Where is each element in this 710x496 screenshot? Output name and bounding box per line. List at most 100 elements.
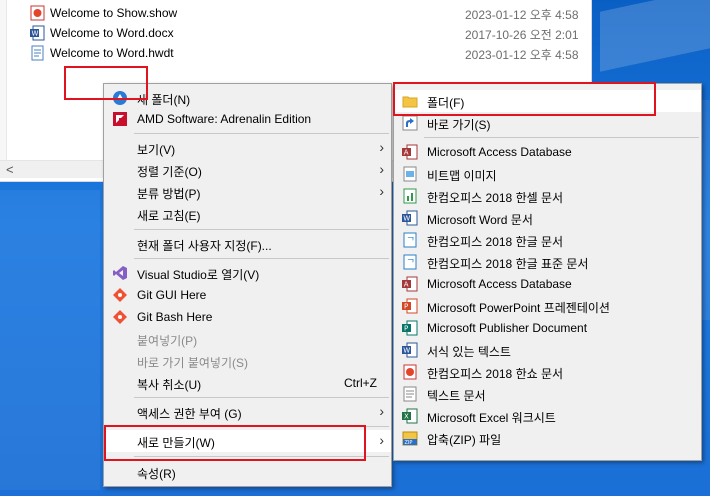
submenu-item-access-db[interactable]: A Microsoft Access Database	[394, 141, 701, 163]
svg-text:W: W	[32, 30, 39, 38]
svg-text:ᄀ: ᄀ	[407, 237, 415, 247]
svg-text:W: W	[403, 215, 410, 223]
menu-item-label: AMD Software: Adrenalin Edition	[137, 112, 312, 126]
submenu-item-label: Microsoft Word 문서	[427, 213, 533, 227]
svg-text:W: W	[403, 347, 410, 355]
submenu-item-label: 한컴오피스 2018 한쇼 문서	[427, 367, 564, 381]
chevron-right-icon: ›	[379, 432, 384, 448]
menu-item-git-gui[interactable]: Git GUI Here	[104, 284, 391, 306]
text-document-icon	[403, 386, 417, 402]
menu-item-label: 복사 취소(U)	[137, 378, 202, 392]
menu-item-new-folder[interactable]: 새 폴더(N)	[104, 87, 391, 109]
submenu-item-hanshow[interactable]: 한컴오피스 2018 한쇼 문서	[394, 361, 701, 383]
menu-item-new[interactable]: 새로 만들기(W) ›	[104, 430, 391, 452]
submenu-item-label: Microsoft PowerPoint 프레젠테이션	[427, 301, 610, 315]
chevron-right-icon: ›	[379, 139, 384, 155]
new-folder-icon	[113, 91, 127, 105]
hanshow-icon	[403, 364, 417, 380]
menu-item-label: 정렬 기준(O)	[137, 165, 202, 179]
menu-item-label: Visual Studio로 열기(V)	[137, 268, 260, 282]
submenu-item-hangul[interactable]: ᄀ 한컴오피스 2018 한글 문서	[394, 229, 701, 251]
menu-separator	[134, 397, 389, 398]
powerpoint-icon: P	[402, 298, 418, 314]
menu-item-label: 새 폴더(N)	[137, 93, 191, 107]
submenu-item-folder[interactable]: 폴더(F)	[394, 90, 701, 112]
menu-item-group-by[interactable]: 분류 방법(P) ›	[104, 181, 391, 203]
menu-item-label: 현재 폴더 사용자 지정(F)...	[137, 239, 272, 253]
submenu-item-zip[interactable]: ZIP 압축(ZIP) 파일	[394, 427, 701, 449]
hancell-icon	[403, 188, 417, 204]
file-name: Welcome to Word.docx	[50, 26, 174, 40]
menu-item-undo-copy[interactable]: 복사 취소(U) Ctrl+Z	[104, 372, 391, 394]
menu-item-git-bash[interactable]: Git Bash Here	[104, 306, 391, 328]
file-row[interactable]: Welcome to Word.hwdt 2023-01-12 오후 4:58	[0, 43, 592, 63]
submenu-item-label: Microsoft Excel 워크시트	[427, 411, 556, 425]
menu-item-paste-shortcut[interactable]: 바로 가기 붙여넣기(S)	[104, 350, 391, 372]
submenu-item-excel[interactable]: X Microsoft Excel 워크시트	[394, 405, 701, 427]
file-name: Welcome to Show.show	[50, 6, 178, 20]
submenu-item-label: 한컴오피스 2018 한글 표준 문서	[427, 257, 589, 271]
menu-item-label: Git GUI Here	[137, 288, 207, 302]
submenu-item-publisher[interactable]: P Microsoft Publisher Document	[394, 317, 701, 339]
svg-text:P: P	[404, 325, 408, 333]
menu-item-open-visual-studio[interactable]: Visual Studio로 열기(V)	[104, 262, 391, 284]
chevron-right-icon: ›	[379, 403, 384, 419]
submenu-item-text[interactable]: 텍스트 문서	[394, 383, 701, 405]
submenu-item-access-db-2[interactable]: A Microsoft Access Database	[394, 273, 701, 295]
menu-item-sort-by[interactable]: 정렬 기준(O) ›	[104, 159, 391, 181]
menu-item-give-access[interactable]: 액세스 권한 부여 (G) ›	[104, 401, 391, 423]
menu-item-properties[interactable]: 속성(R)	[104, 461, 391, 483]
hangul-standard-icon: ᄀ	[403, 254, 417, 270]
submenu-item-label: 한컴오피스 2018 한글 문서	[427, 235, 564, 249]
menu-item-label: 붙여넣기(P)	[137, 334, 198, 348]
submenu-item-shortcut[interactable]: 바로 가기(S)	[394, 112, 701, 134]
publisher-icon: P	[402, 320, 418, 336]
file-row[interactable]: W Welcome to Word.docx 2017-10-26 오전 2:0…	[0, 23, 592, 43]
word-doc-icon: W	[30, 25, 45, 41]
menu-separator	[134, 426, 389, 427]
git-icon	[113, 310, 127, 324]
hwdt-doc-icon	[31, 45, 44, 61]
menu-item-label: Git Bash Here	[137, 310, 213, 324]
submenu-item-rich-text[interactable]: W 서식 있는 텍스트	[394, 339, 701, 361]
access-icon: A	[402, 276, 418, 292]
keyboard-shortcut: Ctrl+Z	[344, 376, 377, 390]
svg-text:X: X	[404, 413, 409, 421]
submenu-item-word[interactable]: W Microsoft Word 문서	[394, 207, 701, 229]
file-name: Welcome to Word.hwdt	[50, 46, 174, 60]
menu-item-customize-folder[interactable]: 현재 폴더 사용자 지정(F)...	[104, 233, 391, 255]
submenu-item-hancell[interactable]: 한컴오피스 2018 한셀 문서	[394, 185, 701, 207]
submenu-item-label: Microsoft Access Database	[427, 277, 572, 291]
bitmap-icon	[403, 166, 417, 182]
menu-item-paste[interactable]: 붙여넣기(P)	[104, 328, 391, 350]
wallpaper-streak	[600, 0, 710, 72]
chevron-right-icon: ›	[379, 161, 384, 177]
hangul-icon: ᄀ	[403, 232, 417, 248]
menu-item-label: 액세스 권한 부여 (G)	[137, 407, 242, 421]
menu-item-view[interactable]: 보기(V) ›	[104, 137, 391, 159]
submenu-item-hangul-standard[interactable]: ᄀ 한컴오피스 2018 한글 표준 문서	[394, 251, 701, 273]
menu-item-amd[interactable]: AMD Software: Adrenalin Edition	[104, 108, 391, 130]
submenu-item-powerpoint[interactable]: P Microsoft PowerPoint 프레젠테이션	[394, 295, 701, 317]
word-icon: W	[402, 210, 418, 226]
svg-text:P: P	[404, 303, 408, 311]
submenu-item-label: Microsoft Publisher Document	[427, 321, 588, 335]
svg-text:A: A	[404, 149, 409, 157]
submenu-item-bitmap[interactable]: 비트맵 이미지	[394, 163, 701, 185]
submenu-item-label: 비트맵 이미지	[427, 169, 497, 183]
file-row[interactable]: Welcome to Show.show 2023-01-12 오후 4:58	[0, 3, 592, 23]
wallpaper-streak	[0, 190, 100, 490]
submenu-item-label: 서식 있는 텍스트	[427, 345, 511, 359]
excel-icon: X	[402, 408, 418, 424]
file-date: 2023-01-12 오후 4:58	[465, 8, 579, 22]
menu-separator	[424, 137, 699, 138]
file-date: 2017-10-26 오전 2:01	[465, 28, 579, 42]
menu-item-label: 보기(V)	[137, 143, 176, 157]
svg-text:ᄀ: ᄀ	[407, 259, 415, 269]
svg-text:ZIP: ZIP	[405, 440, 413, 446]
menu-item-refresh[interactable]: 새로 고침(E)	[104, 203, 391, 225]
menu-item-label: 새로 만들기(W)	[137, 436, 215, 450]
scroll-left-icon[interactable]: <	[6, 162, 14, 177]
new-submenu: 폴더(F) 바로 가기(S) A Microsoft Access Databa…	[393, 83, 702, 461]
menu-item-label: 분류 방법(P)	[137, 187, 201, 201]
